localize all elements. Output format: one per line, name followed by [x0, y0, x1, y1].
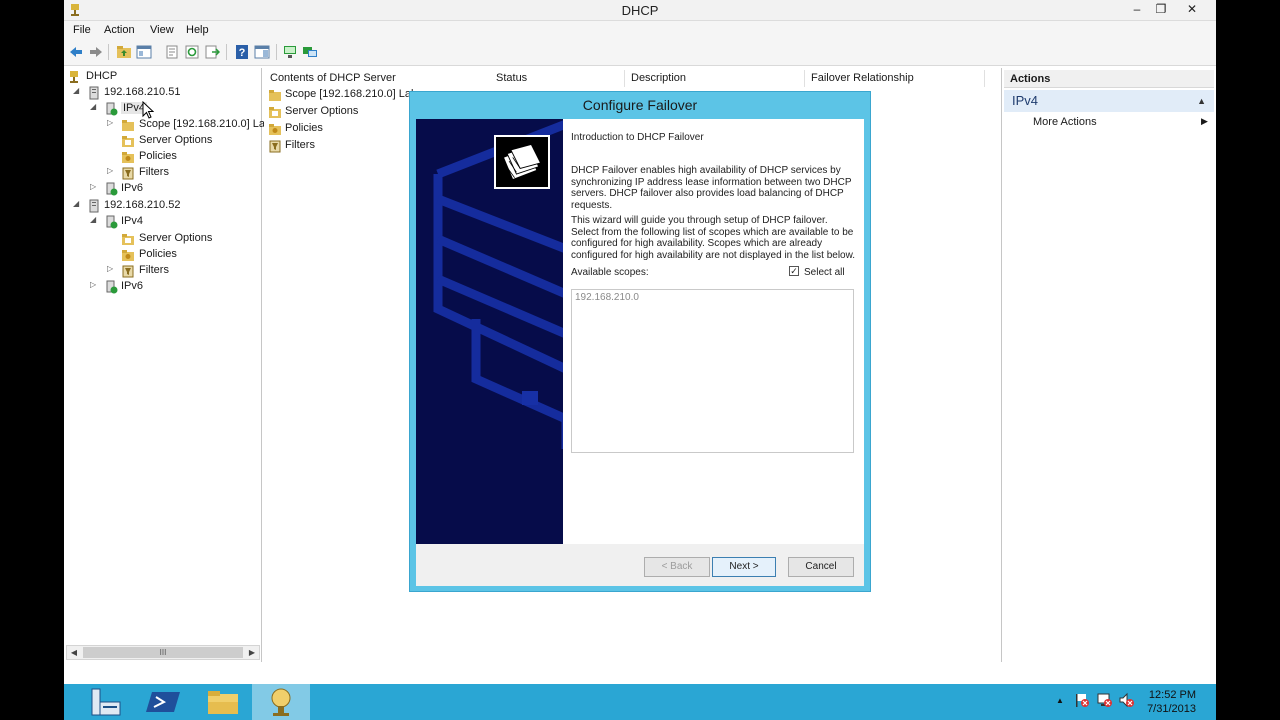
- expand-arrow-icon[interactable]: ▷: [90, 280, 96, 289]
- network-status-icon[interactable]: [1096, 692, 1112, 708]
- collapse-arrow-icon[interactable]: ◢: [90, 102, 96, 111]
- help-icon[interactable]: ?: [234, 44, 250, 60]
- clock-date: 7/31/2013: [1147, 703, 1196, 715]
- desktop-screen: DHCP – ❐ ✕ File Action View Help ? DHCP: [64, 0, 1216, 720]
- back-arrow-icon[interactable]: [68, 44, 84, 60]
- available-scopes-label: Available scopes:: [571, 267, 649, 278]
- dhcp-taskbar-icon[interactable]: [252, 684, 310, 720]
- taskbar-clock[interactable]: 12:52 PM 7/31/2013: [1147, 688, 1196, 716]
- window-title: DHCP: [621, 3, 659, 18]
- server-options-icon: [122, 136, 134, 147]
- submenu-arrow-icon: ▶: [1201, 116, 1208, 126]
- clock-time: 12:52 PM: [1148, 689, 1196, 701]
- action-center-flag-icon[interactable]: [1074, 692, 1090, 708]
- taskbar: ▲ 12:52 PM 7/31/2013: [64, 684, 1216, 720]
- collapse-section-icon[interactable]: ▲: [1197, 90, 1206, 112]
- menu-file[interactable]: File: [73, 24, 91, 36]
- expand-arrow-icon[interactable]: ▷: [107, 166, 113, 175]
- policies-icon: [122, 250, 134, 261]
- server-icon: [89, 86, 99, 100]
- filter-icon: [269, 140, 281, 153]
- next-button[interactable]: Next >: [712, 557, 776, 577]
- collapse-arrow-icon[interactable]: ◢: [90, 215, 96, 224]
- scroll-right-arrow-icon[interactable]: ▶: [245, 646, 259, 659]
- server-manager-taskbar-icon[interactable]: [78, 684, 136, 720]
- menu-action[interactable]: Action: [104, 24, 135, 36]
- select-all-label: Select all: [804, 267, 845, 278]
- folder-icon: [269, 90, 281, 101]
- configure-failover-dialog: Configure Failover Introduction to DHCP …: [409, 91, 871, 592]
- server-options-icon: [122, 234, 134, 245]
- list-item-scope[interactable]: 192.168.210.0: [575, 292, 639, 303]
- file-explorer-taskbar-icon[interactable]: [194, 684, 252, 720]
- dhcp-root-icon: [70, 71, 78, 83]
- filter-icon: [122, 265, 134, 278]
- close-button[interactable]: ✕: [1170, 0, 1214, 20]
- available-scopes-list[interactable]: 192.168.210.0: [571, 289, 854, 453]
- column-header-contents[interactable]: Contents of DHCP Server: [264, 70, 492, 87]
- show-hide-tree-icon[interactable]: [136, 44, 152, 60]
- toolbar-separator: [108, 44, 109, 60]
- properties-icon[interactable]: [164, 44, 180, 60]
- dialog-body: Introduction to DHCP Failover DHCP Failo…: [416, 119, 864, 586]
- server-icon: [89, 199, 99, 213]
- scroll-left-arrow-icon[interactable]: ◀: [67, 646, 81, 659]
- cancel-button[interactable]: Cancel: [788, 557, 854, 577]
- menu-view[interactable]: View: [150, 24, 174, 36]
- up-folder-icon[interactable]: [116, 44, 132, 60]
- filter-icon: [122, 167, 134, 180]
- tree-horizontal-scrollbar[interactable]: ◀ III ▶: [66, 645, 260, 660]
- actions-header: Actions: [1004, 70, 1214, 88]
- collapse-arrow-icon[interactable]: ◢: [73, 86, 79, 95]
- collapse-arrow-icon[interactable]: ◢: [73, 199, 79, 208]
- toolbar-separator: [276, 44, 277, 60]
- toolbar-separator: [226, 44, 227, 60]
- actions-pane: Actions IPv4 ▲ More Actions ▶: [1004, 68, 1216, 662]
- column-header-status[interactable]: Status: [490, 70, 625, 87]
- column-header-description[interactable]: Description: [625, 70, 805, 87]
- ipv4-icon: [106, 215, 118, 229]
- volume-muted-icon[interactable]: [1118, 692, 1134, 708]
- server-options-icon: [269, 107, 281, 118]
- powershell-taskbar-icon[interactable]: [136, 684, 194, 720]
- scroll-thumb[interactable]: III: [83, 647, 243, 658]
- dialog-title: Configure Failover: [582, 97, 698, 113]
- title-bar: DHCP – ❐ ✕: [64, 0, 1216, 21]
- more-actions-link[interactable]: More Actions: [1033, 116, 1097, 128]
- show-hidden-icons-arrow[interactable]: ▲: [1056, 696, 1064, 705]
- show-action-pane-icon[interactable]: [254, 44, 270, 60]
- toolbar: ?: [64, 40, 1216, 66]
- folder-icon: [122, 120, 134, 131]
- expand-arrow-icon[interactable]: ▷: [90, 182, 96, 191]
- server-monitor-icon[interactable]: [282, 44, 298, 60]
- actions-section-ipv4[interactable]: IPv4 ▲: [1004, 90, 1214, 112]
- svg-text:?: ?: [239, 47, 246, 59]
- forward-arrow-icon[interactable]: [88, 44, 104, 60]
- menu-help[interactable]: Help: [186, 24, 209, 36]
- ipv4-icon: [106, 102, 118, 116]
- export-list-icon[interactable]: [204, 44, 220, 60]
- wizard-page-heading: Introduction to DHCP Failover: [571, 132, 704, 143]
- actions-section-label: IPv4: [1012, 93, 1039, 108]
- checkbox-box[interactable]: ✓: [789, 266, 799, 276]
- policies-icon: [122, 152, 134, 163]
- console-tree: DHCP ◢ 192.168.210.51 ◢ IPv4 ▷ Scope [19…: [64, 68, 271, 662]
- back-button[interactable]: < Back: [644, 557, 710, 577]
- network-server-icon[interactable]: [302, 44, 318, 60]
- folders-wizard-icon: [494, 135, 550, 189]
- menu-bar: File Action View Help: [64, 21, 1216, 40]
- refresh-icon[interactable]: [184, 44, 200, 60]
- expand-arrow-icon[interactable]: ▷: [107, 264, 113, 273]
- ipv6-icon: [106, 182, 118, 196]
- policies-icon: [269, 124, 281, 135]
- failover-description-text: DHCP Failover enables high availability …: [571, 165, 852, 211]
- wizard-instructions-text: This wizard will guide you through setup…: [571, 215, 856, 261]
- mouse-pointer-icon: [142, 101, 154, 119]
- expand-arrow-icon[interactable]: ▷: [107, 118, 113, 127]
- ipv6-icon: [106, 280, 118, 294]
- column-header-failover[interactable]: Failover Relationship: [805, 70, 985, 87]
